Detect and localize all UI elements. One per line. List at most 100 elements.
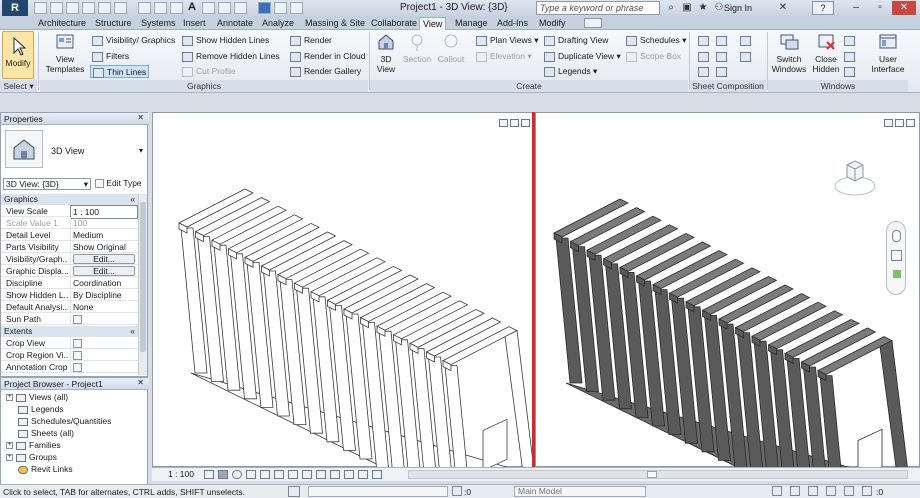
prop-row-crop-region-visible[interactable]: Crop Region Vi... xyxy=(1,349,139,361)
graphic-display-edit-button[interactable]: Edit... xyxy=(73,266,135,276)
save-icon[interactable] xyxy=(50,2,63,14)
drag-elements-icon[interactable] xyxy=(844,486,854,496)
3d-view-button[interactable]: 3D View xyxy=(372,32,400,74)
temporary-hide-icon[interactable] xyxy=(316,470,326,479)
tab-collaborate[interactable]: Collaborate xyxy=(368,17,420,30)
crop-region-visible-checkbox[interactable] xyxy=(73,351,82,361)
navigation-options-icon[interactable] xyxy=(893,270,901,278)
select-links-icon[interactable] xyxy=(772,486,782,496)
prop-row-annotation-crop[interactable]: Annotation Crop xyxy=(1,361,139,373)
thin-lines-icon[interactable] xyxy=(234,2,247,14)
legends-dropdown[interactable]: Legends ▾ xyxy=(544,65,597,78)
tree-node-families[interactable]: + Families xyxy=(6,440,61,451)
ribbon-toggle-button[interactable] xyxy=(584,18,602,28)
sun-path-checkbox[interactable] xyxy=(73,315,82,325)
visual-style-icon[interactable] xyxy=(218,470,228,479)
minimize-button[interactable]: – xyxy=(844,1,868,15)
dimension-icon[interactable] xyxy=(154,2,167,14)
3d-view-icon[interactable] xyxy=(202,2,215,14)
search-icon[interactable]: ⌕ xyxy=(664,1,678,15)
undo-icon[interactable] xyxy=(82,2,95,14)
prop-value[interactable]: Show Original xyxy=(70,241,138,253)
reveal-constraints-icon[interactable] xyxy=(372,470,382,479)
section-icon[interactable] xyxy=(218,2,231,14)
crop-view-checkbox[interactable] xyxy=(73,339,82,349)
worksets-icon[interactable] xyxy=(288,486,300,497)
switch-windows-icon[interactable] xyxy=(274,2,287,14)
prop-row-default-analysis[interactable]: Default Analysi... None xyxy=(1,301,139,313)
tree-node-revit-links[interactable]: Revit Links xyxy=(18,464,73,475)
prop-row-graphic-display[interactable]: Graphic Displa... Edit... xyxy=(1,265,139,277)
prop-row-visibility-graphics[interactable]: Visibility/Graph... Edit... xyxy=(1,253,139,265)
sun-path-icon[interactable] xyxy=(232,470,242,479)
minimize-view-icon[interactable] xyxy=(884,119,893,127)
drafting-view-button[interactable]: Drafting View xyxy=(544,34,608,47)
viewcube[interactable] xyxy=(832,153,878,199)
thin-lines-button[interactable]: Thin Lines xyxy=(90,65,150,78)
tab-massing-site[interactable]: Massing & Site xyxy=(302,17,368,30)
prop-row-view-scale[interactable]: View Scale 1 : 100 xyxy=(1,205,139,219)
communication-icon[interactable]: ★ xyxy=(696,1,710,15)
prop-row-detail-level[interactable]: Detail Level Medium xyxy=(1,229,139,241)
close-browser-icon[interactable]: ✕ xyxy=(137,378,144,387)
properties-scrollbar[interactable] xyxy=(138,194,147,375)
duplicate-view-dropdown[interactable]: Duplicate View ▾ xyxy=(544,50,621,63)
tab-add-ins[interactable]: Add-Ins xyxy=(494,17,531,30)
tab-analyze[interactable]: Analyze xyxy=(259,17,297,30)
prop-row-parts-visibility[interactable]: Parts Visibility Show Original xyxy=(1,241,139,253)
render-gallery-button[interactable]: Render Gallery xyxy=(290,65,361,78)
select-underlay-icon[interactable] xyxy=(790,486,800,496)
filters-button[interactable]: Filters xyxy=(92,50,129,63)
lock-3d-view-icon[interactable] xyxy=(302,470,312,479)
render-dialog-icon[interactable] xyxy=(260,470,270,479)
search-input[interactable]: Type a keyword or phrase xyxy=(536,1,660,15)
modify-button[interactable]: Modify xyxy=(2,31,34,79)
close-hidden-icon[interactable] xyxy=(258,2,271,14)
zoom-region-icon[interactable] xyxy=(891,250,902,261)
guide-grid-button[interactable] xyxy=(740,34,754,47)
tab-modify[interactable]: Modify xyxy=(536,17,569,30)
restore-view-icon[interactable] xyxy=(895,119,904,127)
titleblock-button[interactable] xyxy=(716,34,730,47)
worksharing-display-icon[interactable] xyxy=(358,470,368,479)
plan-views-dropdown[interactable]: Plan Views ▾ xyxy=(476,34,539,47)
group-graphics[interactable]: Graphics « xyxy=(1,194,139,205)
active-workset-select[interactable] xyxy=(308,486,448,497)
tree-node-groups[interactable]: + Groups xyxy=(6,452,57,463)
prop-row-show-hidden-lines[interactable]: Show Hidden L... By Discipline xyxy=(1,289,139,301)
prop-row-sun-path[interactable]: Sun Path xyxy=(1,313,139,325)
exchange-icon[interactable]: ✕ xyxy=(776,1,790,15)
tab-manage[interactable]: Manage xyxy=(452,17,491,30)
sync-icon[interactable] xyxy=(66,2,79,14)
prop-value[interactable]: By Discipline xyxy=(70,289,138,301)
shadows-icon[interactable] xyxy=(246,470,256,479)
matchline-button[interactable] xyxy=(740,50,754,63)
select-panel-title[interactable]: Select ▾ xyxy=(0,80,37,92)
sign-in-link[interactable]: Sign In xyxy=(724,3,752,13)
tile-button[interactable] xyxy=(844,65,858,78)
customize-qat-icon[interactable] xyxy=(290,2,303,14)
tree-node-schedules[interactable]: Schedules/Quantities xyxy=(18,416,111,427)
visibility-graphics-button[interactable]: Visibility/ Graphics xyxy=(92,34,175,47)
horizontal-scrollbar[interactable] xyxy=(408,470,908,479)
close-palette-icon[interactable]: ✕ xyxy=(137,113,144,122)
close-view-icon[interactable] xyxy=(906,119,915,127)
view-window-shaded[interactable] xyxy=(535,112,920,498)
visibility-graphics-edit-button[interactable]: Edit... xyxy=(73,254,135,264)
prop-value[interactable]: None xyxy=(70,301,138,313)
maximize-button[interactable]: ▫ xyxy=(868,1,892,15)
place-view-button[interactable] xyxy=(698,50,712,63)
schedules-dropdown[interactable]: Schedules ▾ xyxy=(626,34,686,47)
annotation-crop-checkbox[interactable] xyxy=(73,363,82,373)
view-reference-button[interactable] xyxy=(698,65,712,78)
view-templates-button[interactable]: View Templates xyxy=(42,32,88,74)
revisions-button[interactable] xyxy=(716,50,730,63)
open-icon[interactable] xyxy=(34,2,47,14)
minimize-view-icon[interactable] xyxy=(499,119,508,127)
editable-only-icon[interactable] xyxy=(452,486,462,496)
tab-architecture[interactable]: Architecture xyxy=(35,17,89,30)
temporary-view-properties-icon[interactable] xyxy=(344,470,354,479)
tab-annotate[interactable]: Annotate xyxy=(214,17,256,30)
tag-icon[interactable] xyxy=(170,2,183,14)
tree-node-legends[interactable]: Legends xyxy=(18,404,64,415)
